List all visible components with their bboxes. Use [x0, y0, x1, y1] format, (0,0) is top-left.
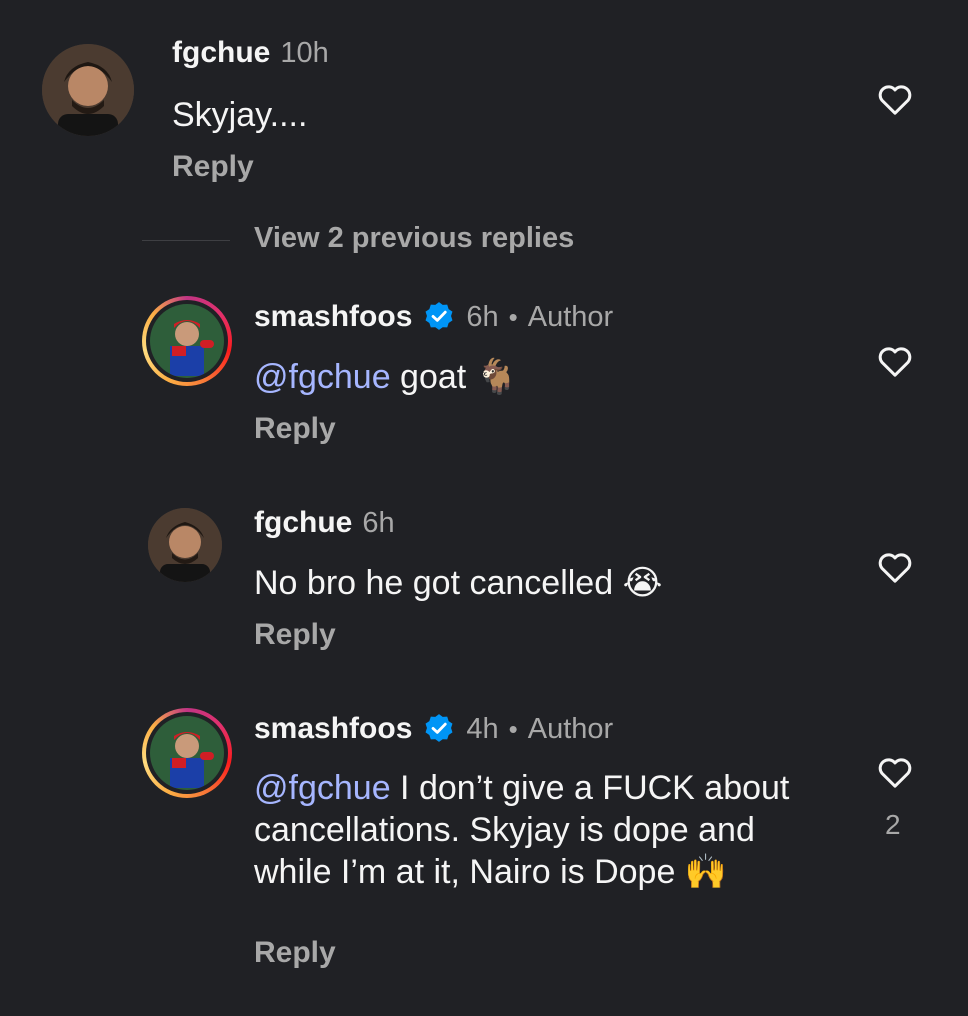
- separator-dot: •: [508, 302, 518, 332]
- replies-divider: [142, 240, 230, 241]
- comment-text: @fgchue I don’t give a FUCK about cancel…: [254, 767, 814, 893]
- timestamp: 10h: [280, 37, 329, 69]
- reply-button[interactable]: Reply: [254, 618, 336, 652]
- verified-badge-icon: [425, 302, 453, 330]
- timestamp: 6h: [362, 507, 395, 539]
- timestamp: 6h: [466, 301, 499, 333]
- avatar[interactable]: [142, 708, 232, 798]
- reply-button[interactable]: Reply: [172, 150, 254, 184]
- view-previous-replies-button[interactable]: View 2 previous replies: [254, 222, 574, 255]
- separator-dot: •: [508, 714, 518, 744]
- comment-text-content: goat 🐐: [390, 358, 519, 396]
- avatar[interactable]: [148, 508, 222, 582]
- verified-badge-icon: [425, 714, 453, 742]
- avatar[interactable]: [42, 44, 134, 136]
- username[interactable]: fgchue: [254, 506, 352, 540]
- mention-link[interactable]: @fgchue: [254, 358, 391, 396]
- comment-text: @fgchue goat 🐐: [254, 356, 814, 398]
- avatar[interactable]: [142, 296, 232, 386]
- comment-text: No bro he got cancelled 😭: [254, 564, 663, 602]
- like-count: 2: [885, 809, 901, 840]
- heart-icon[interactable]: [875, 547, 915, 587]
- username[interactable]: fgchue: [172, 36, 270, 70]
- heart-icon[interactable]: [875, 752, 915, 792]
- username[interactable]: smashfoos: [254, 712, 412, 746]
- timestamp: 4h: [466, 713, 499, 745]
- reply-button[interactable]: Reply: [254, 412, 336, 446]
- mention-link[interactable]: @fgchue: [254, 769, 391, 807]
- username[interactable]: smashfoos: [254, 300, 412, 334]
- heart-icon[interactable]: [875, 341, 915, 381]
- heart-icon[interactable]: [875, 79, 915, 119]
- comment-text: Skyjay....: [172, 96, 308, 134]
- author-label: Author: [527, 713, 614, 745]
- author-label: Author: [527, 301, 614, 333]
- reply-button[interactable]: Reply: [254, 936, 336, 970]
